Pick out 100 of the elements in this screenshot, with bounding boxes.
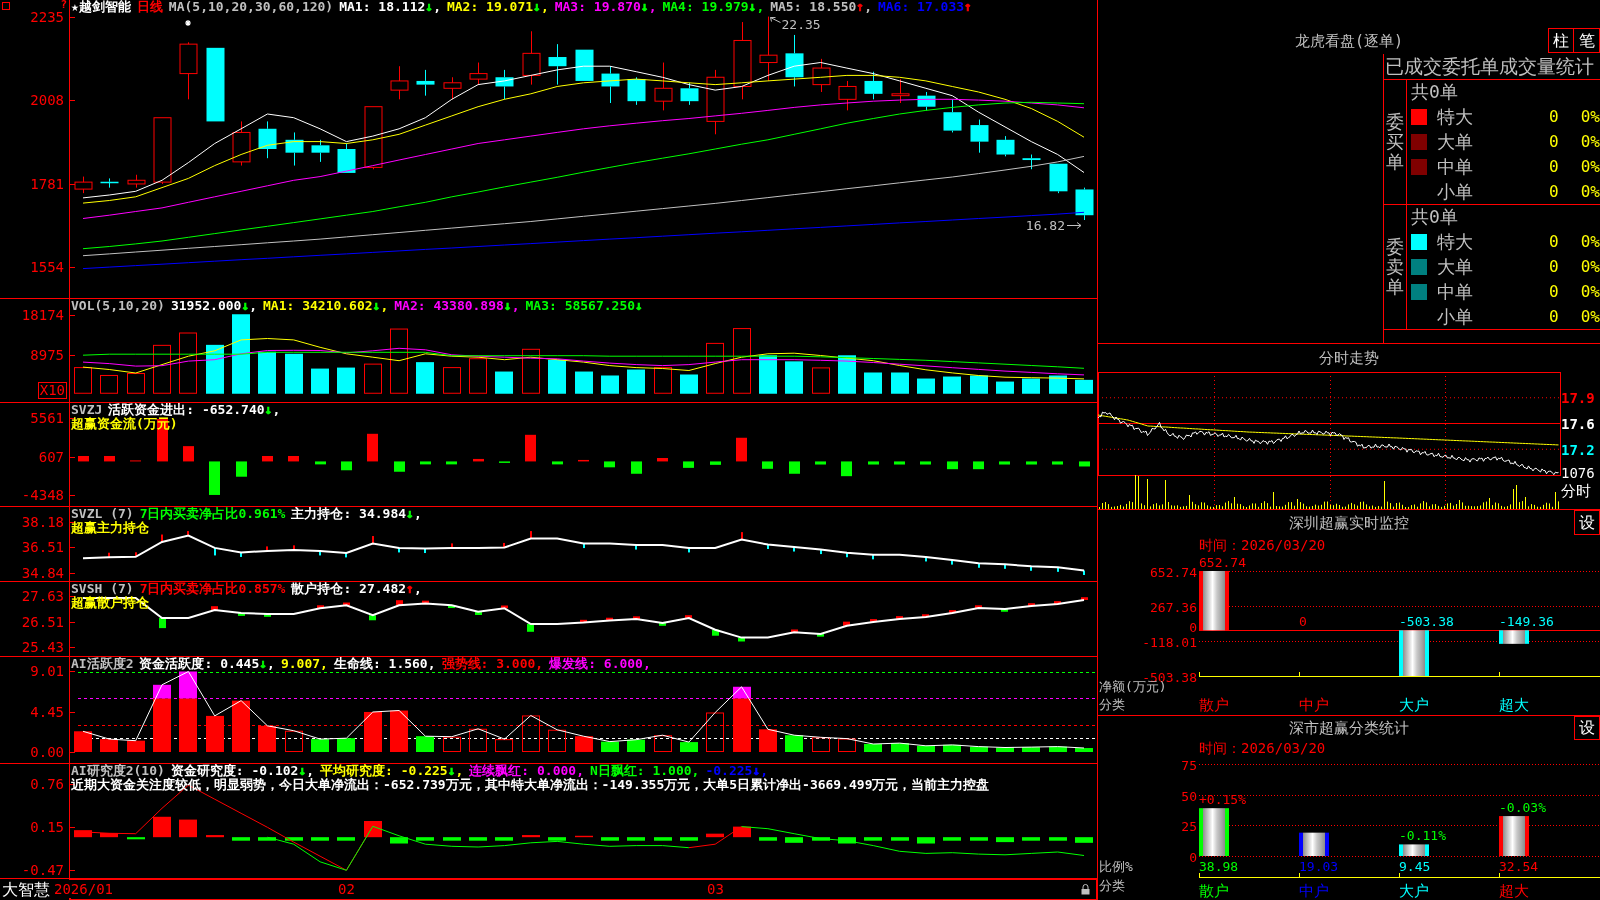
unit-label: X10	[37, 382, 67, 399]
volume-bar	[1075, 379, 1093, 394]
change-tick	[951, 560, 953, 565]
research-bar	[601, 837, 619, 841]
legend-text: SVZJ	[71, 403, 103, 417]
candlestick	[495, 69, 514, 100]
candlestick	[812, 58, 831, 93]
change-tick	[530, 531, 532, 539]
change-bar	[264, 614, 271, 617]
change-bar	[580, 619, 587, 623]
activity-bar	[627, 739, 645, 752]
legend-text: AI活跃度2	[71, 657, 134, 671]
candlestick	[1022, 154, 1041, 170]
fund-flow-bar	[446, 461, 457, 465]
research-bar	[812, 837, 830, 841]
legend-text: MA1: 34210.602↓,	[263, 299, 389, 313]
bar-value-label: 32.54	[1499, 859, 1539, 874]
change-tick	[846, 552, 848, 558]
change-tick	[820, 549, 822, 555]
candlestick	[627, 76, 646, 106]
activity-bar	[495, 739, 513, 752]
volume-bar	[127, 373, 145, 394]
table-title: 已成交委托单成交量统计	[1384, 54, 1600, 80]
change-tick	[635, 545, 637, 550]
change-bar	[633, 616, 640, 620]
volume-bar	[206, 344, 224, 394]
research-bar	[575, 835, 593, 838]
axis-tick-label: 1554	[30, 260, 64, 275]
fund-flow-bar	[762, 461, 773, 469]
fund-flow-bar	[420, 461, 431, 465]
order-count: 0	[1549, 307, 1559, 326]
square-icon	[2, 2, 10, 10]
change-tick	[161, 534, 163, 543]
research-bar	[1049, 837, 1067, 841]
volume-bar	[601, 375, 619, 394]
candlestick	[258, 120, 277, 159]
legend-text: 超赢主力持仓	[71, 521, 149, 535]
order-count: 0	[1549, 257, 1559, 276]
legend-text: SVZL (7)	[71, 507, 134, 521]
change-tick	[583, 543, 585, 549]
fund-flow-bar	[578, 459, 589, 462]
fund-flow-bar	[920, 461, 931, 465]
fund-flow-bar	[525, 434, 536, 462]
legend-text: ★越剑智能	[71, 0, 131, 14]
change-tick	[345, 552, 347, 558]
legend-text: -0.225↓,	[705, 764, 769, 778]
volume-bar	[627, 369, 645, 394]
fund-flow-bar	[631, 461, 642, 474]
candlestick	[179, 41, 198, 100]
legend-text: 连续飘红: 0.000,	[469, 764, 584, 778]
change-tick	[1030, 566, 1032, 571]
settings-button[interactable]: 设	[1574, 510, 1600, 535]
chart-mode-button[interactable]: 柱	[1548, 28, 1574, 53]
legend-text: MA3: 58567.250↓	[525, 299, 643, 313]
category-label: 中户	[1299, 696, 1329, 714]
change-tick	[372, 536, 374, 544]
panel-title: 深圳超赢实时监控	[1289, 514, 1409, 532]
bar-value-label: 38.98	[1199, 859, 1239, 874]
volume-bar	[153, 344, 171, 394]
research-bar	[364, 821, 382, 838]
fund-flow-bar	[657, 458, 668, 462]
volume-bar	[258, 351, 276, 394]
settings-button[interactable]: 设	[1574, 716, 1600, 740]
axis-tick-label: 607	[38, 449, 64, 464]
research-bar	[100, 832, 118, 838]
category-label: 散户	[1199, 882, 1229, 900]
order-size-label: 特大	[1437, 106, 1473, 127]
order-count: 0	[1549, 282, 1559, 301]
fund-flow-bar	[815, 461, 826, 465]
volume-bar	[443, 367, 461, 394]
order-percent: 0%	[1580, 282, 1600, 301]
change-bar	[238, 613, 245, 616]
change-bar	[369, 615, 376, 621]
volume-bar	[179, 332, 197, 394]
net-flow-bar	[1399, 630, 1429, 676]
volume-bar	[1049, 375, 1067, 394]
ratio-bar	[1499, 816, 1529, 856]
research-bar	[627, 837, 645, 841]
fund-flow-bar	[973, 461, 984, 470]
axis-tick-label: -0.47	[21, 863, 64, 878]
ratio-bar	[1299, 832, 1329, 856]
candlestick	[337, 143, 356, 174]
activity-bar	[522, 715, 540, 752]
category-label: 大户	[1399, 882, 1429, 900]
activity-bar	[416, 736, 434, 752]
order-total: 共0单	[1411, 207, 1458, 227]
activity-bar	[996, 747, 1014, 752]
axis-tick-label: 652.74	[1150, 564, 1197, 580]
chart-mode-button[interactable]: 笔	[1574, 28, 1600, 53]
volume-bar	[364, 363, 382, 394]
fund-flow-bar	[683, 461, 694, 468]
ratio-bar	[1199, 808, 1229, 856]
candlestick	[759, 16, 778, 82]
legend-text: MA1: 18.112↓,	[339, 0, 441, 14]
change-bar	[975, 605, 982, 609]
change-bar	[211, 606, 218, 611]
fund-flow-bar	[394, 461, 405, 472]
order-count: 0	[1549, 157, 1559, 176]
change-bar	[659, 623, 666, 626]
candlestick	[943, 98, 962, 133]
